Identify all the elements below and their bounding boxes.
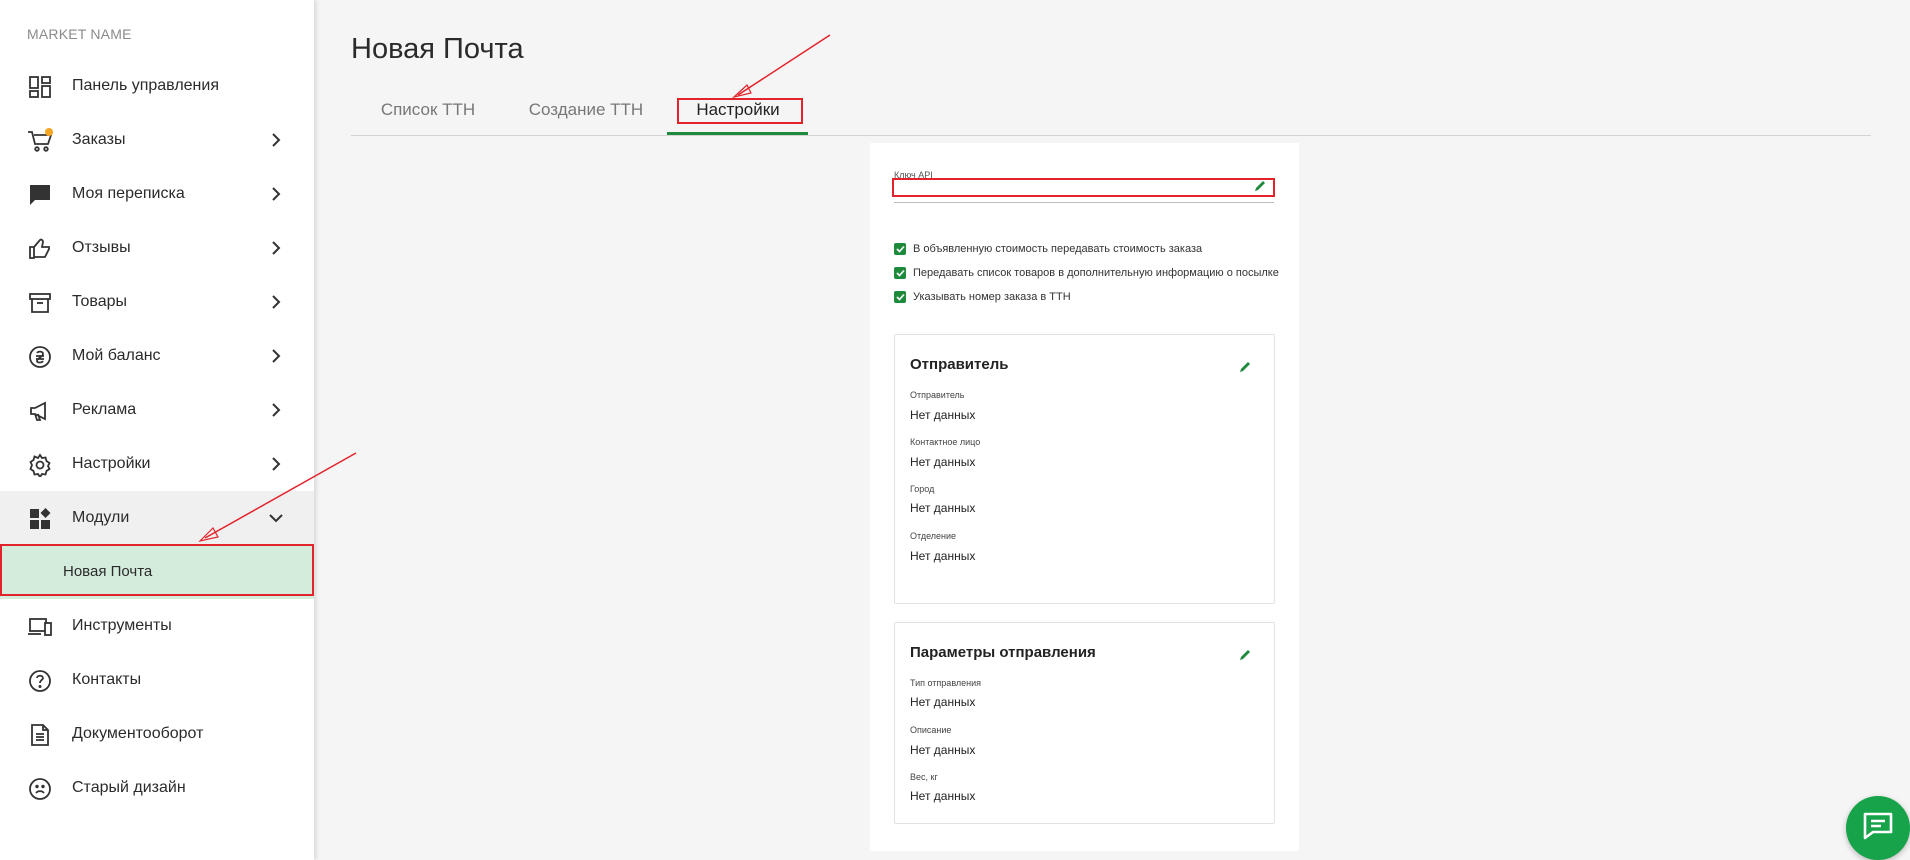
pencil-icon[interactable] [1238, 648, 1252, 662]
field-label: Тип отправления [910, 678, 982, 688]
field-label: Отделение [910, 531, 957, 541]
sidebar-item-old-design[interactable]: Старый дизайн [0, 761, 314, 815]
hryvnia-coin-icon [27, 344, 53, 370]
tab-bar: Список ТТН Создание ТТН Настройки [351, 95, 1871, 136]
modules-icon [27, 506, 53, 532]
sidebar-item-balance[interactable]: Мой баланс [0, 329, 314, 383]
sidebar-item-reviews[interactable]: Отзывы [0, 221, 314, 275]
sidebar-item-ads[interactable]: Реклама [0, 383, 314, 437]
field-value: Нет данных [910, 743, 976, 757]
shipping-params-card: Параметры отправления Тип отправления Не… [894, 622, 1275, 824]
chevron-down-icon [268, 510, 284, 526]
thumbs-up-icon [27, 236, 53, 262]
market-name: MARKET NAME [27, 26, 132, 42]
active-tab-indicator [667, 132, 808, 135]
dashboard-icon [27, 74, 53, 100]
field-label: Город [910, 484, 935, 494]
page-title: Новая Почта [351, 33, 524, 65]
api-key-field[interactable] [894, 181, 1274, 203]
chevron-right-icon [268, 132, 284, 148]
document-icon [27, 722, 53, 748]
sidebar-item-label: Реклама [72, 401, 137, 418]
chevron-right-icon [268, 240, 284, 256]
options-checklist: В объявленную стоимость передавать стоим… [894, 237, 1279, 309]
megaphone-icon [27, 398, 53, 424]
sidebar-item-tools[interactable]: Инструменты [0, 599, 314, 653]
notification-badge [45, 128, 53, 136]
checkbox-order-number[interactable]: Указывать номер заказа в ТТН [894, 285, 1279, 309]
field-label: Отправитель [910, 390, 965, 400]
chevron-right-icon [268, 186, 284, 202]
card-title: Параметры отправления [910, 644, 1096, 661]
sender-card: Отправитель Отправитель Нет данных Конта… [894, 334, 1275, 604]
sidebar-item-orders[interactable]: Заказы [0, 113, 314, 167]
sidebar-item-label: Старый дизайн [72, 779, 186, 796]
help-circle-icon [27, 668, 53, 694]
chat-support-button[interactable] [1846, 796, 1910, 860]
sidebar-subitem-label: Новая Почта [63, 563, 153, 580]
sidebar-item-label: Заказы [72, 131, 126, 148]
sidebar-item-modules[interactable]: Модули [0, 491, 314, 545]
chevron-right-icon [268, 456, 284, 472]
sidebar-subitem-nova-poshta[interactable]: Новая Почта [0, 545, 314, 599]
field-label: Контактное лицо [910, 437, 981, 447]
chat-bubble-icon [27, 182, 53, 208]
checkbox-checked-icon [894, 243, 906, 255]
sidebar-item-label: Контакты [72, 671, 142, 688]
field-label: Вес, кг [910, 772, 938, 782]
sidebar-item-label: Настройки [72, 455, 151, 472]
checkbox-declared-value[interactable]: В объявленную стоимость передавать стоим… [894, 237, 1279, 261]
sidebar-nav: Панель управления Заказы Моя переписка О… [0, 59, 314, 815]
sidebar-item-label: Товары [72, 293, 128, 310]
settings-panel: Ключ API В объявленную стоимость передав… [870, 143, 1299, 851]
checkbox-label: Указывать номер заказа в ТТН [913, 291, 1071, 303]
field-value: Нет данных [910, 789, 976, 803]
sidebar-item-products[interactable]: Товары [0, 275, 314, 329]
field-value: Нет данных [910, 501, 976, 515]
field-value: Нет данных [910, 549, 976, 563]
sidebar: MARKET NAME Панель управления Заказы Моя… [0, 0, 314, 860]
gear-icon [27, 452, 53, 478]
field-label: Описание [910, 725, 952, 735]
tab-settings[interactable]: Настройки [677, 95, 799, 135]
sidebar-item-label: Моя переписка [72, 185, 185, 202]
field-value: Нет данных [910, 695, 976, 709]
sidebar-item-label: Отзывы [72, 239, 131, 256]
sidebar-item-documents[interactable]: Документооборот [0, 707, 314, 761]
cart-icon [27, 128, 53, 154]
pencil-icon[interactable] [1253, 179, 1269, 195]
checkbox-checked-icon [894, 267, 906, 279]
sad-face-icon [27, 776, 53, 802]
field-value: Нет данных [910, 408, 976, 422]
sidebar-item-contacts[interactable]: Контакты [0, 653, 314, 707]
tab-ttn-list[interactable]: Список ТТН [378, 95, 478, 135]
sidebar-item-label: Документооборот [72, 725, 204, 742]
card-title: Отправитель [910, 356, 1009, 373]
sidebar-item-label: Панель управления [72, 77, 219, 94]
chevron-right-icon [268, 294, 284, 310]
sidebar-item-label: Инструменты [72, 617, 172, 634]
sidebar-item-label: Модули [72, 509, 130, 526]
tab-create-ttn[interactable]: Создание ТТН [526, 95, 646, 135]
archive-box-icon [27, 290, 53, 316]
sidebar-item-messages[interactable]: Моя переписка [0, 167, 314, 221]
checkbox-label: Передавать список товаров в дополнительн… [913, 267, 1279, 279]
sidebar-item-dashboard[interactable]: Панель управления [0, 59, 314, 113]
checkbox-products-list[interactable]: Передавать список товаров в дополнительн… [894, 261, 1279, 285]
pencil-icon[interactable] [1238, 360, 1252, 374]
field-value: Нет данных [910, 455, 976, 469]
chevron-right-icon [268, 402, 284, 418]
chevron-right-icon [268, 348, 284, 364]
sidebar-item-settings[interactable]: Настройки [0, 437, 314, 491]
api-key-label: Ключ API [894, 170, 933, 180]
chat-icon [1861, 810, 1895, 847]
sidebar-item-label: Мой баланс [72, 347, 161, 364]
checkbox-label: В объявленную стоимость передавать стоим… [913, 243, 1203, 255]
devices-icon [27, 614, 53, 640]
checkbox-checked-icon [894, 291, 906, 303]
